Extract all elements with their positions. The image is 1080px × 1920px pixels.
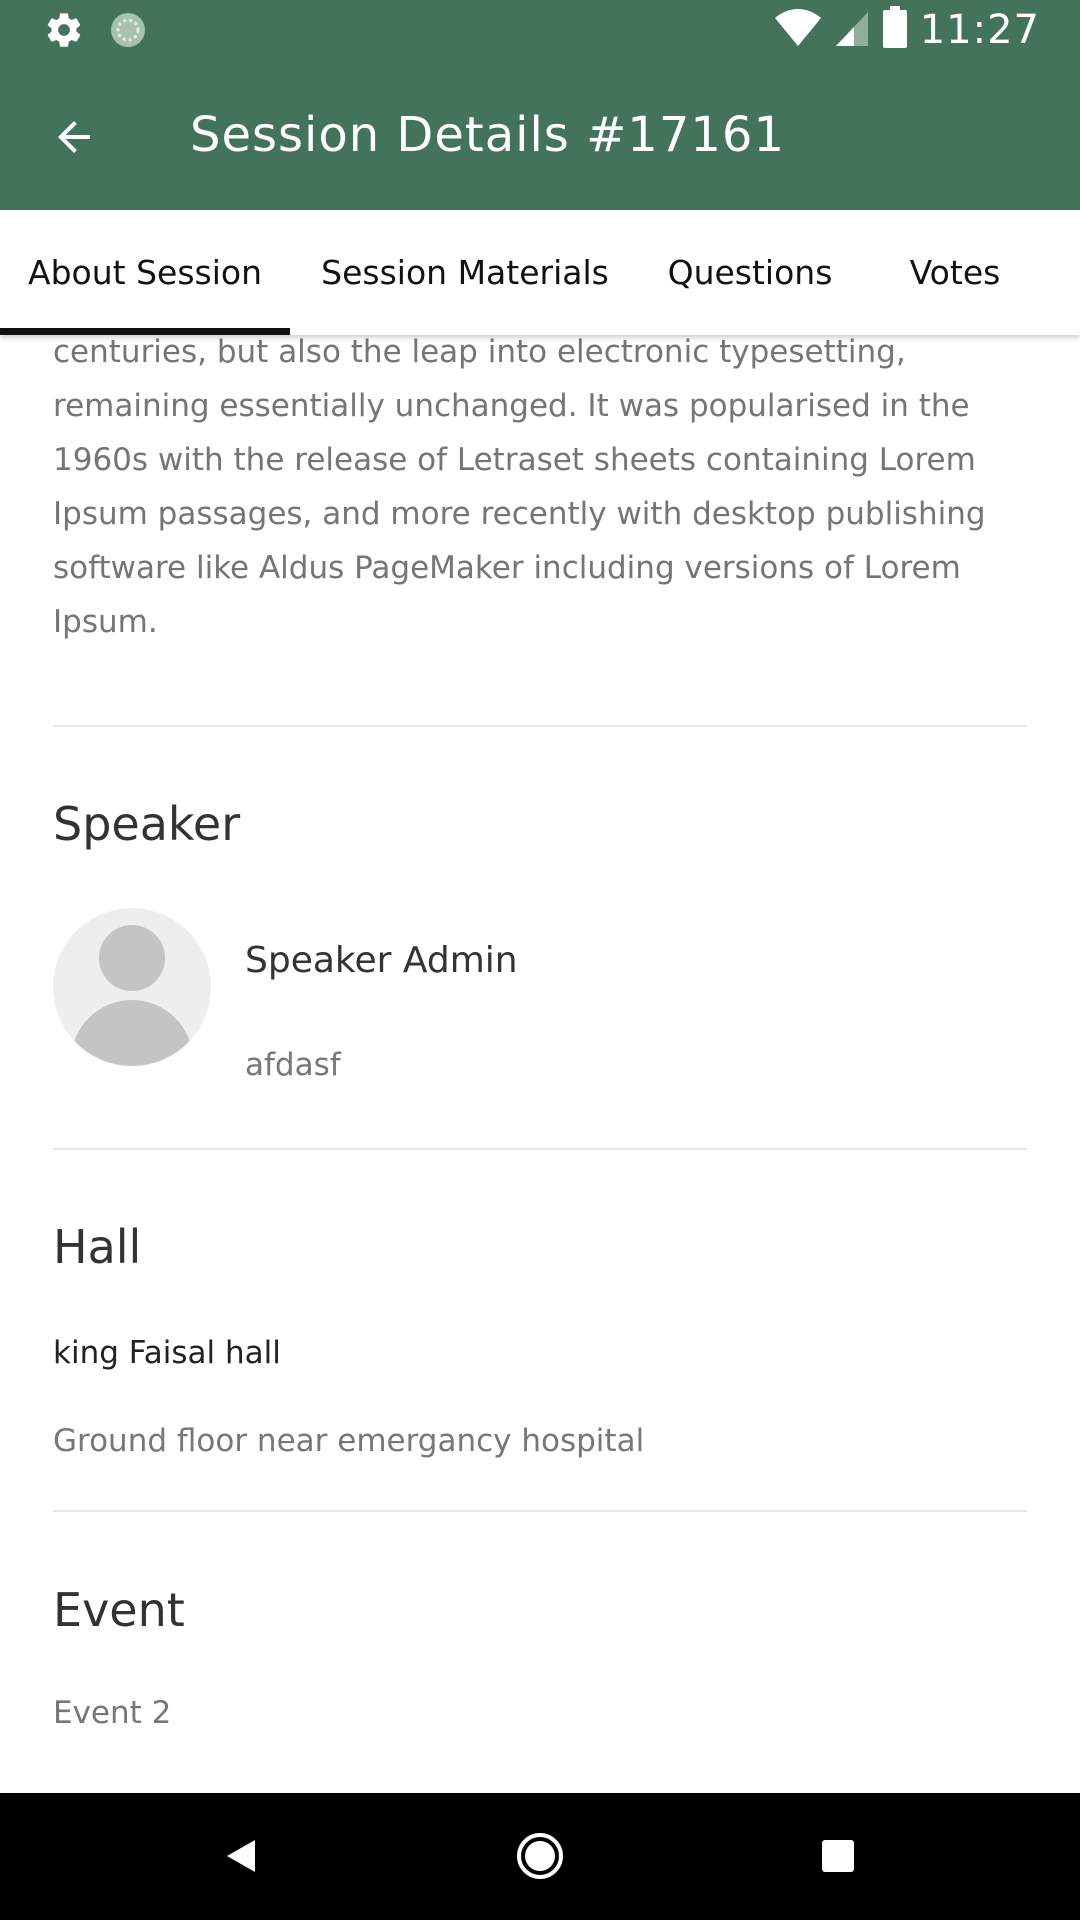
recents-square-icon [820, 1838, 856, 1878]
gear-icon [44, 10, 84, 54]
battery-icon [882, 6, 908, 54]
tab-votes[interactable]: Votes [870, 210, 1040, 335]
description-line: remaining essentially unchanged. It was … [53, 388, 970, 424]
back-button[interactable] [38, 103, 110, 175]
description-line: 1960s with the release of Letraset sheet… [53, 442, 976, 478]
speaker-subtitle: afdasf [245, 1047, 341, 1083]
description-line: software like Aldus PageMaker including … [53, 550, 961, 586]
tab-indicator [0, 328, 290, 335]
description-line: Ipsum passages, and more recently with d… [53, 496, 986, 532]
divider [53, 1148, 1027, 1150]
event-name: Event 2 [53, 1695, 172, 1731]
description-line: Ipsum. [53, 604, 158, 640]
page-title: Session Details #17161 [190, 107, 785, 163]
nav-home-button[interactable] [505, 1823, 575, 1893]
tab-label: About Session [28, 253, 262, 292]
signal-icon [834, 8, 870, 52]
speaker-section-title: Speaker [53, 797, 241, 851]
avatar[interactable] [53, 908, 211, 1066]
tab-about-session[interactable]: About Session [0, 210, 290, 335]
tab-session-materials[interactable]: Session Materials [300, 210, 630, 335]
nav-back-button[interactable] [206, 1823, 276, 1893]
status-bar: 11:27 [0, 0, 1080, 63]
tab-questions[interactable]: Questions [650, 210, 850, 335]
session-description: centuries, but also the leap into electr… [53, 335, 1033, 649]
wifi-icon [774, 8, 822, 52]
status-right-icons: 11:27 [774, 6, 1040, 54]
divider [53, 1510, 1027, 1512]
tab-bar: About Session Session Materials Question… [0, 210, 1080, 335]
person-placeholder-icon [99, 925, 165, 991]
status-left-icons [44, 10, 148, 54]
event-section-title: Event [53, 1583, 185, 1637]
back-triangle-icon [221, 1836, 261, 1880]
session-content[interactable]: centuries, but also the leap into electr… [0, 335, 1080, 1793]
hall-section-title: Hall [53, 1220, 142, 1274]
hall-description: Ground floor near emergancy hospital [53, 1423, 645, 1459]
tab-label: Questions [667, 253, 833, 292]
status-time: 11:27 [919, 7, 1040, 53]
divider [53, 725, 1027, 727]
nav-recents-button[interactable] [803, 1823, 873, 1893]
hall-name: king Faisal hall [53, 1335, 281, 1371]
tab-label: Session Materials [321, 253, 609, 292]
system-nav-bar [0, 1793, 1080, 1920]
tab-label: Votes [909, 253, 1001, 292]
home-circle-icon [515, 1831, 565, 1885]
app-bar: Session Details #17161 [0, 63, 1080, 210]
speaker-name[interactable]: Speaker Admin [245, 940, 518, 981]
arrow-back-icon [50, 113, 98, 165]
sync-icon [108, 10, 148, 54]
description-line: centuries, but also the leap into electr… [53, 335, 906, 370]
